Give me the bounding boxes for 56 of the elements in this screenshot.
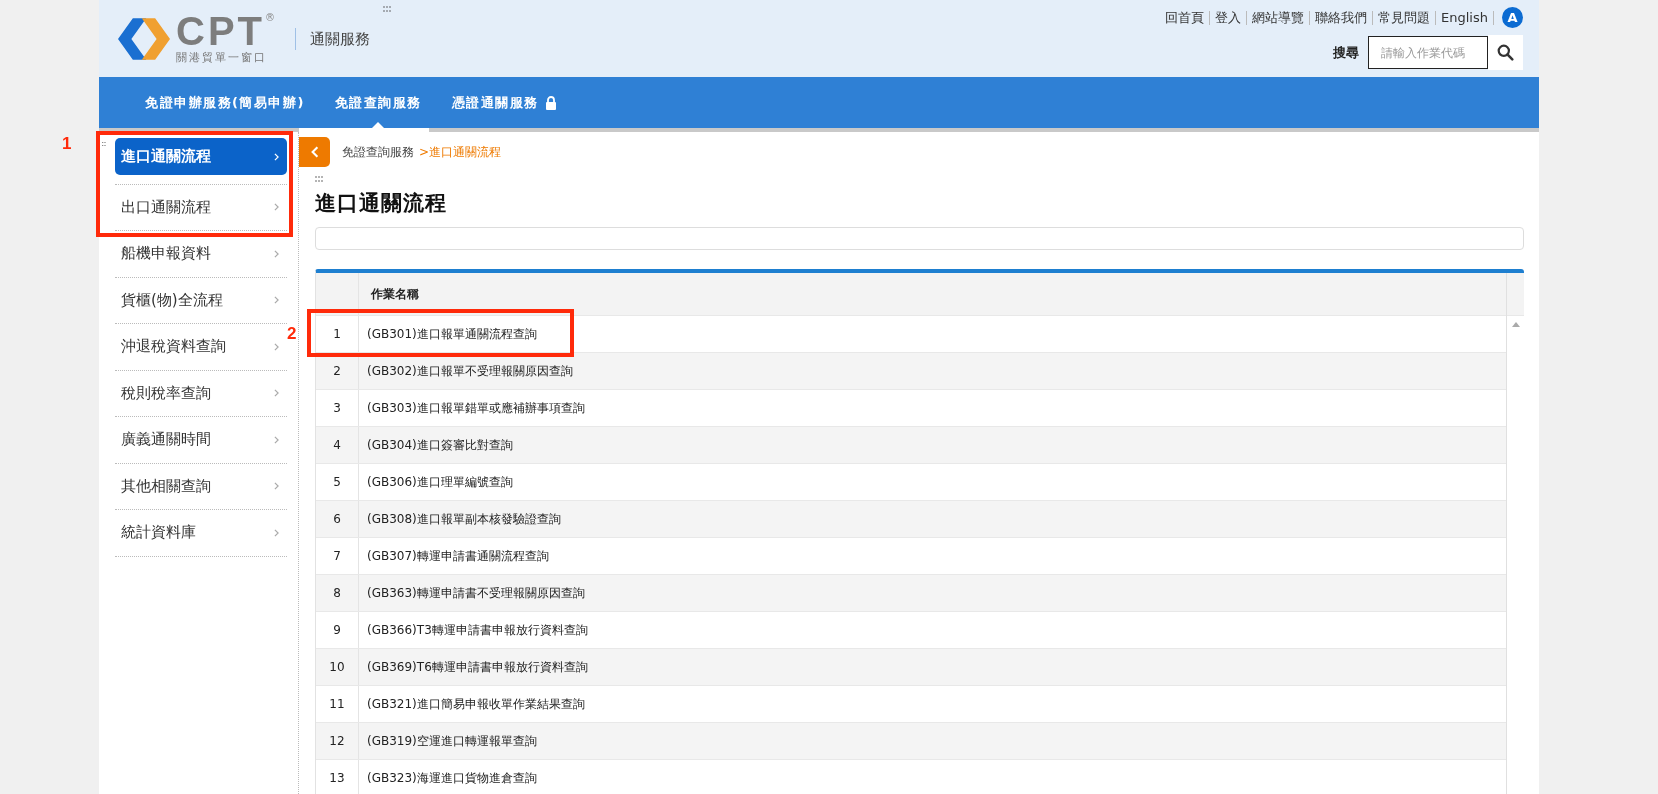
table-cell: 8 <box>316 575 359 611</box>
table-cell[interactable]: (GB307)轉運申請書通關流程查詢 <box>359 538 549 574</box>
search-field[interactable]: 請輸入作業代碼 <box>1368 36 1488 69</box>
sidebar-item[interactable]: 出口通關流程 <box>115 184 287 230</box>
table-cell: 2 <box>316 353 359 389</box>
logo-wordmark: CPT <box>176 12 265 50</box>
sidebar-item[interactable]: 其他相關查詢 <box>115 463 287 509</box>
annotation-number: 2 <box>287 324 297 344</box>
top-link[interactable]: 聯絡我們 <box>1310 8 1373 27</box>
table-cell: 12 <box>316 723 359 759</box>
sidebar-item[interactable]: 貨櫃(物)全流程 <box>115 277 287 323</box>
table-cell[interactable]: (GB369)T6轉運申請書申報放行資料查詢 <box>359 649 588 685</box>
table-cell: 6 <box>316 501 359 537</box>
top-link[interactable]: 回首頁 <box>1160 8 1210 27</box>
table-cell[interactable]: (GB304)進口簽審比對查詢 <box>359 427 513 463</box>
accessibility-badge[interactable]: A <box>1502 7 1523 28</box>
sidebar-item[interactable]: 稅則稅率查詢 <box>115 370 287 416</box>
nav-tab[interactable]: 免證申辦服務(簡易申辦) <box>130 77 320 128</box>
nav-tab[interactable]: 憑證通關服務 <box>436 77 572 128</box>
logo-subtitle: 關港貿單一窗口 <box>176 50 268 65</box>
table-cell[interactable]: (GB366)T3轉運申請書申報放行資料查詢 <box>359 612 588 648</box>
page-title: 進口通關流程 <box>315 190 448 217</box>
sidebar-item[interactable]: 船機申報資料 <box>115 231 287 277</box>
sidebar-item[interactable]: 統計資料庫 <box>115 510 287 556</box>
registered-mark: ® <box>265 12 275 23</box>
top-link[interactable]: 登入 <box>1210 8 1247 27</box>
table-cell[interactable]: (GB303)進口報單錯單或應補辦事項查詢 <box>359 390 585 426</box>
table-cell[interactable]: (GB306)進口理單編號查詢 <box>359 464 513 500</box>
sidebar-item[interactable]: 進口通關流程 <box>115 138 287 175</box>
table-cell[interactable]: (GB302)進口報單不受理報關原因查詢 <box>359 353 573 389</box>
table-cell: 5 <box>316 464 359 500</box>
table-cell[interactable]: (GB363)轉運申請書不受理報關原因查詢 <box>359 575 585 611</box>
nav-tab[interactable]: 免證查詢服務 <box>319 77 437 128</box>
table-cell: 1 <box>316 316 359 352</box>
table-cell: 4 <box>316 427 359 463</box>
breadcrumb-link[interactable]: 免證查詢服務 <box>342 143 414 161</box>
table-cell: 3 <box>316 390 359 426</box>
table-cell: 10 <box>316 649 359 685</box>
table-cell: 7 <box>316 538 359 574</box>
table-cell: 13 <box>316 760 359 794</box>
top-link[interactable]: 網站導覽 <box>1247 8 1310 27</box>
annotation-number: 1 <box>62 134 72 154</box>
table-cell[interactable]: (GB323)海運進口貨物進倉查詢 <box>359 760 537 794</box>
table-cell[interactable]: (GB308)進口報單副本核發驗證查詢 <box>359 501 561 537</box>
column-header: 作業名稱 <box>370 285 419 303</box>
table-cell[interactable]: (GB319)空運進口轉運報單查詢 <box>359 723 537 759</box>
search-label: 搜尋 <box>1333 43 1359 62</box>
sidebar-item[interactable]: 廣義通關時間 <box>115 417 287 463</box>
site-title: 通關服務 <box>295 27 370 50</box>
table-cell: 11 <box>316 686 359 722</box>
table-cell: 9 <box>316 612 359 648</box>
table-cell[interactable]: (GB321)進口簡易申報收單作業結果查詢 <box>359 686 585 722</box>
sidebar-item[interactable]: 沖退稅資料查詢 <box>115 324 287 370</box>
top-link[interactable]: 常見問題 <box>1373 8 1436 27</box>
table-cell[interactable]: (GB301)進口報單通關流程查詢 <box>359 316 537 352</box>
top-link[interactable]: English <box>1436 10 1493 25</box>
